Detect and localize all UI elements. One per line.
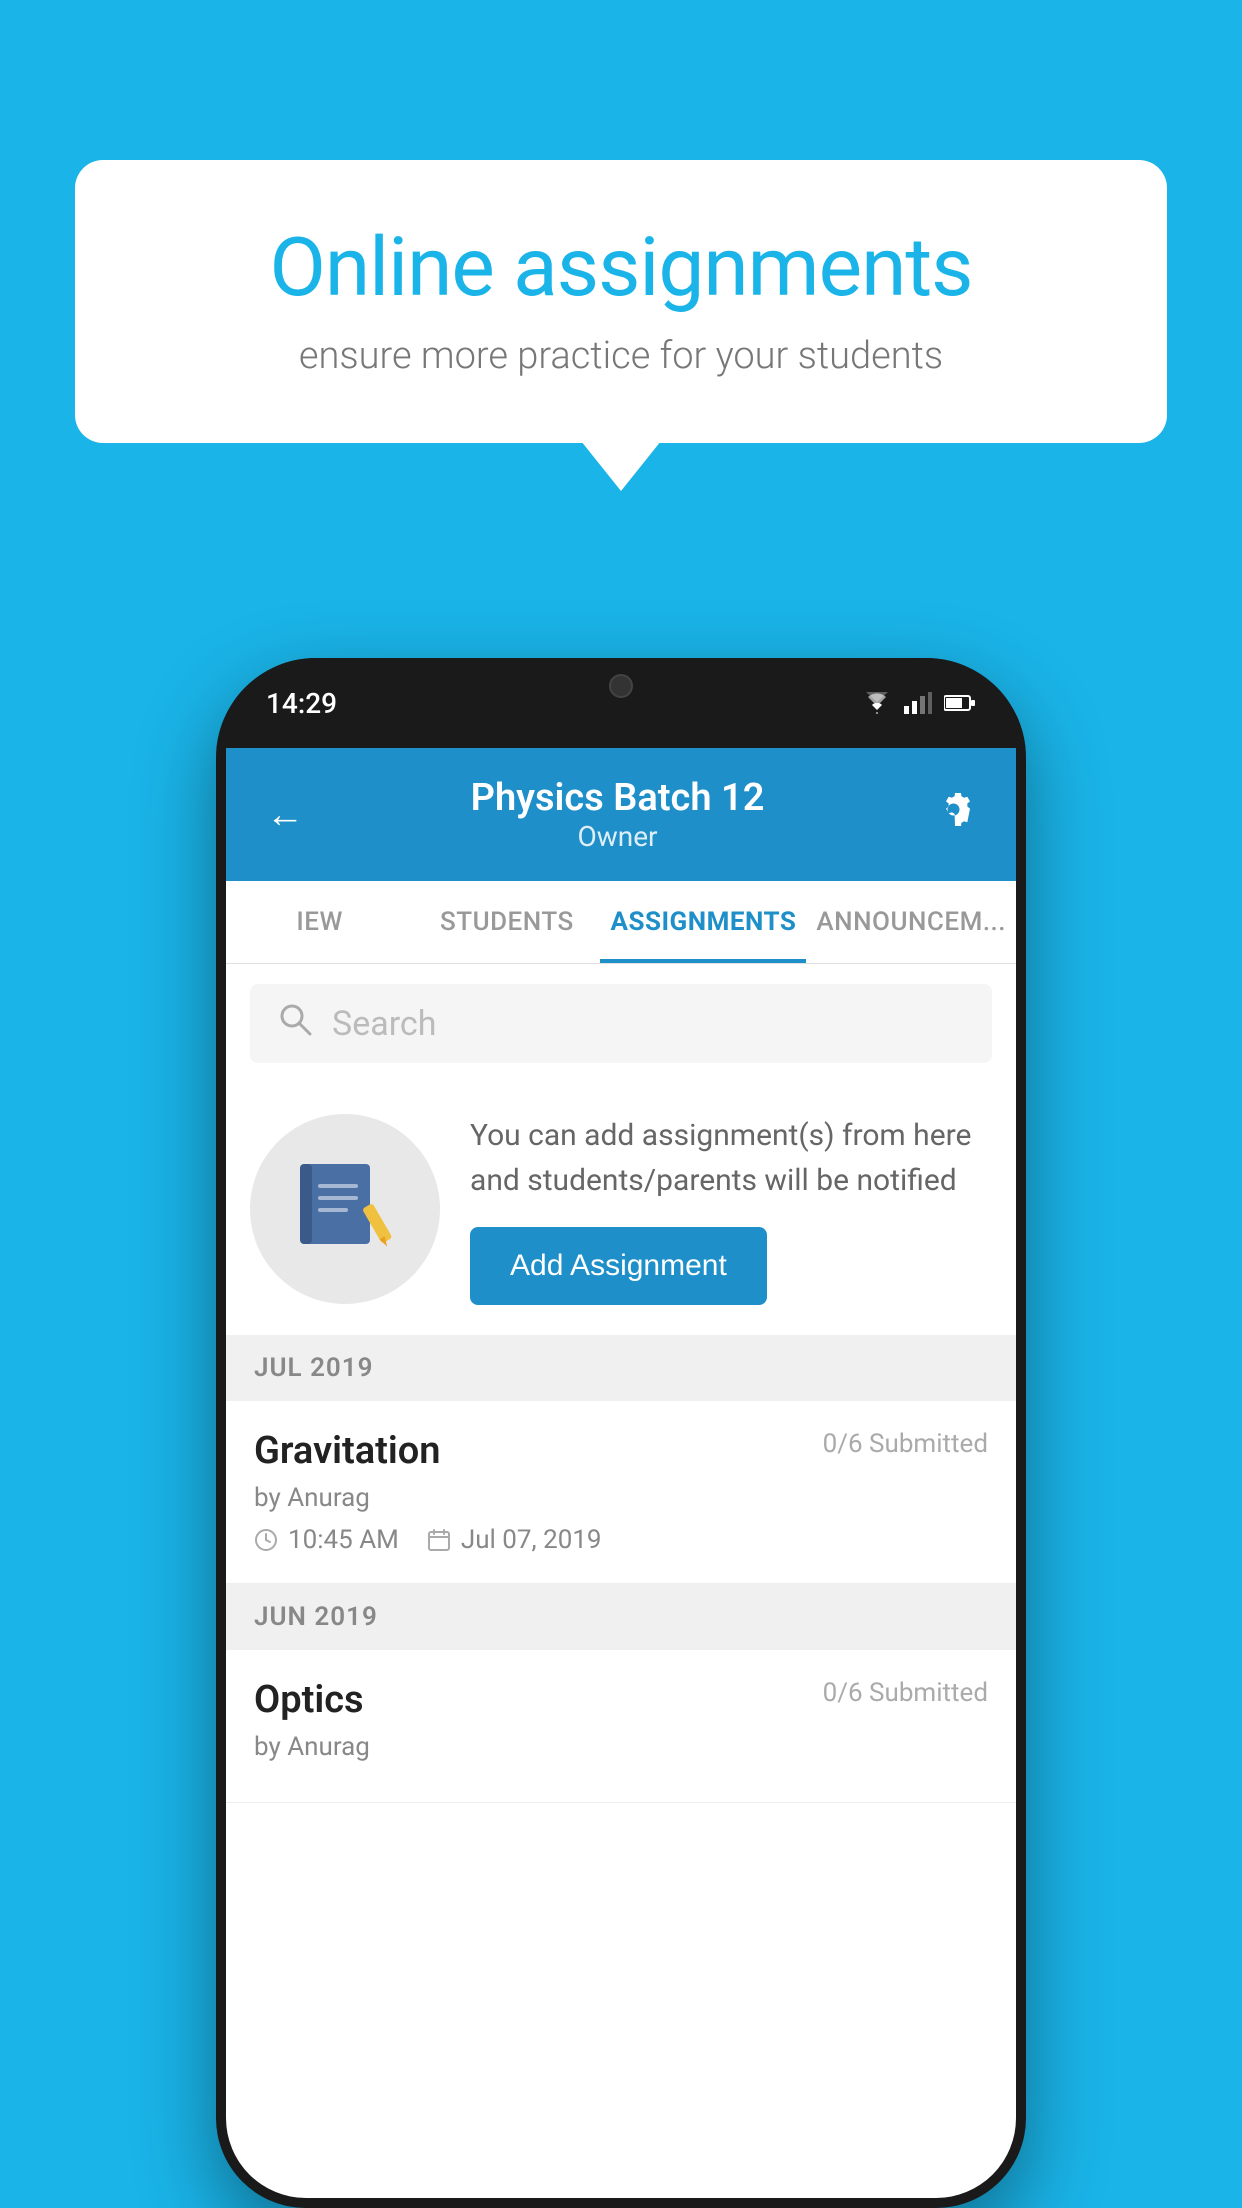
status-time: 14:29 <box>266 687 337 720</box>
assignment-time-gravitation: 10:45 AM <box>254 1525 399 1555</box>
speech-bubble-subtitle: ensure more practice for your students <box>145 334 1097 378</box>
assignment-by-optics: by Anurag <box>254 1732 988 1762</box>
search-placeholder-text: Search <box>332 1004 436 1044</box>
assignment-top-optics: Optics 0/6 Submitted <box>254 1678 988 1722</box>
app-header: ← Physics Batch 12 Owner <box>226 748 1016 881</box>
assignment-time-text-gravitation: 10:45 AM <box>288 1525 399 1555</box>
phone-screen: ← Physics Batch 12 Owner IEW STUDENTS AS… <box>226 748 1016 2198</box>
batch-title: Physics Batch 12 <box>471 776 765 820</box>
wifi-icon <box>862 692 892 714</box>
speech-bubble-container: Online assignments ensure more practice … <box>75 160 1167 443</box>
phone-notch <box>531 658 711 713</box>
notebook-icon <box>290 1154 400 1264</box>
header-center: Physics Batch 12 Owner <box>471 776 765 853</box>
batch-owner-label: Owner <box>471 820 765 853</box>
section-jun-2019: JUN 2019 <box>226 1584 1016 1650</box>
assignment-date-gravitation: Jul 07, 2019 <box>427 1525 602 1555</box>
assignment-date-text-gravitation: Jul 07, 2019 <box>461 1525 602 1555</box>
assignment-submitted-gravitation: 0/6 Submitted <box>823 1429 988 1459</box>
signal-icon <box>904 692 932 714</box>
search-box[interactable]: Search <box>250 984 992 1063</box>
assignment-gravitation[interactable]: Gravitation 0/6 Submitted by Anurag 10:4… <box>226 1401 1016 1584</box>
assignment-optics[interactable]: Optics 0/6 Submitted by Anurag <box>226 1650 1016 1803</box>
back-button[interactable]: ← <box>266 793 304 837</box>
add-assignment-button[interactable]: Add Assignment <box>470 1227 767 1305</box>
settings-button[interactable] <box>931 787 976 843</box>
assignment-name-optics: Optics <box>254 1678 364 1722</box>
clock-icon <box>254 1528 278 1552</box>
status-icons <box>862 692 976 714</box>
info-card: You can add assignment(s) from here and … <box>226 1083 1016 1335</box>
speech-bubble-title: Online assignments <box>145 220 1097 316</box>
info-right: You can add assignment(s) from here and … <box>470 1113 992 1305</box>
tab-announcements[interactable]: ANNOUNCEM... <box>806 881 1016 963</box>
assignment-meta-gravitation: 10:45 AM Jul 07, 2019 <box>254 1525 988 1555</box>
calendar-icon <box>427 1528 451 1552</box>
assignment-name-gravitation: Gravitation <box>254 1429 441 1473</box>
phone-device: 14:29 <box>216 658 1026 2208</box>
battery-icon <box>944 694 976 712</box>
search-container: Search <box>226 964 1016 1083</box>
section-jul-2019: JUL 2019 <box>226 1335 1016 1401</box>
tab-iew[interactable]: IEW <box>226 881 413 963</box>
tab-students[interactable]: STUDENTS <box>413 881 600 963</box>
notebook-icon-circle <box>250 1114 440 1304</box>
speech-bubble: Online assignments ensure more practice … <box>75 160 1167 443</box>
info-description: You can add assignment(s) from here and … <box>470 1113 992 1203</box>
assignment-top-gravitation: Gravitation 0/6 Submitted <box>254 1429 988 1473</box>
status-bar: 14:29 <box>216 658 1026 748</box>
assignment-submitted-optics: 0/6 Submitted <box>823 1678 988 1708</box>
tab-bar: IEW STUDENTS ASSIGNMENTS ANNOUNCEM... <box>226 881 1016 964</box>
search-icon <box>278 1002 312 1045</box>
assignment-by-gravitation: by Anurag <box>254 1483 988 1513</box>
search-magnifier-icon <box>278 1002 312 1036</box>
front-camera <box>609 674 633 698</box>
phone-body: 14:29 <box>216 658 1026 2208</box>
tab-assignments[interactable]: ASSIGNMENTS <box>600 881 806 963</box>
gear-icon <box>931 787 976 832</box>
